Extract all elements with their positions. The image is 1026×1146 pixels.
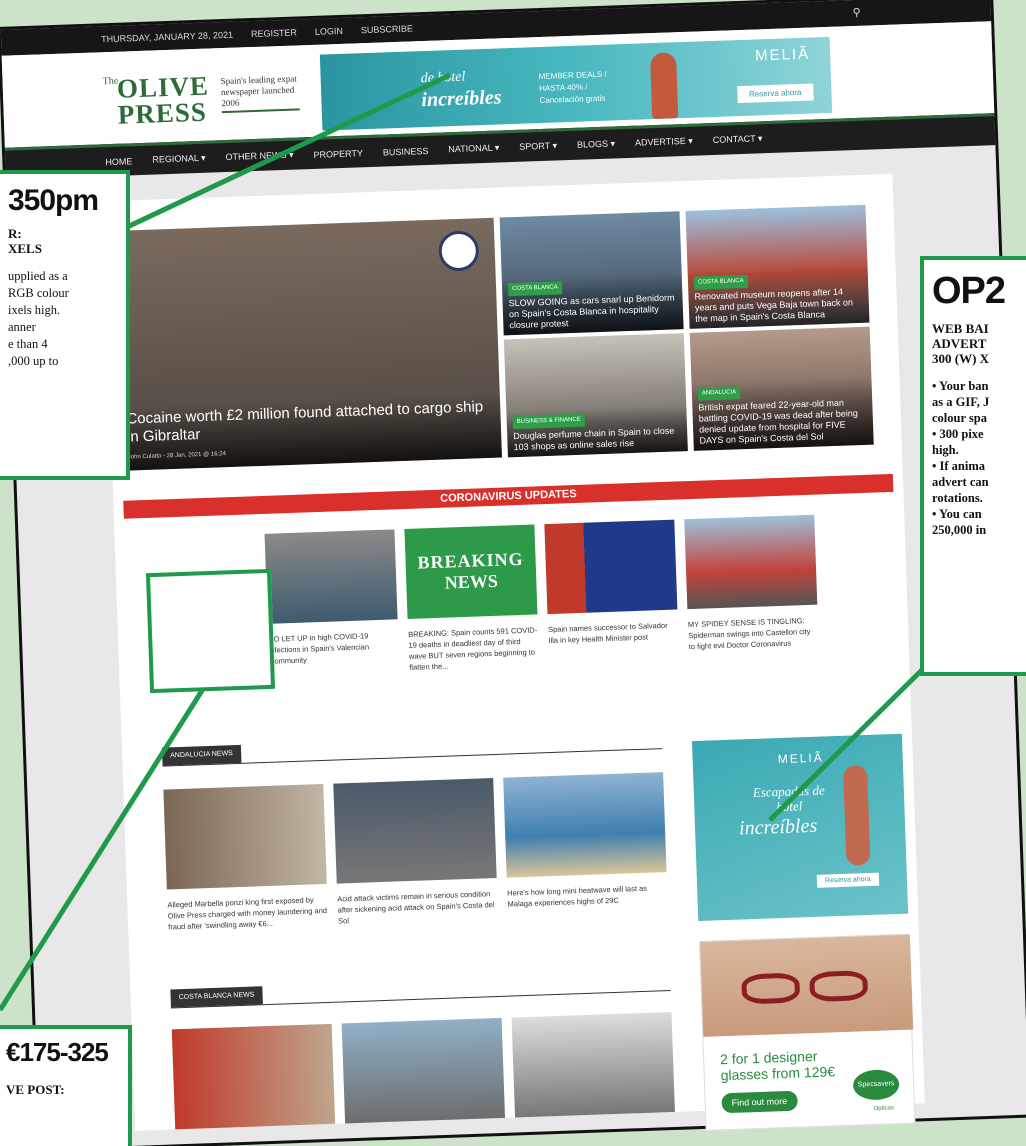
callout-right-op2: OP2 WEB BAI ADVERT 300 (W) X • Your ban … [920,256,1026,676]
callout-left-top: 350pm R: XELS upplied as a RGB colour ix… [0,170,130,480]
callout-left-price: 350pm [8,184,99,217]
callout-bottom-left: €175-325 VE POST: [0,1025,132,1146]
callout-right-heading: OP2 [932,270,1006,312]
advert-placeholder-box [145,568,276,694]
callout-bottom-price: €175-325 [6,1037,109,1067]
